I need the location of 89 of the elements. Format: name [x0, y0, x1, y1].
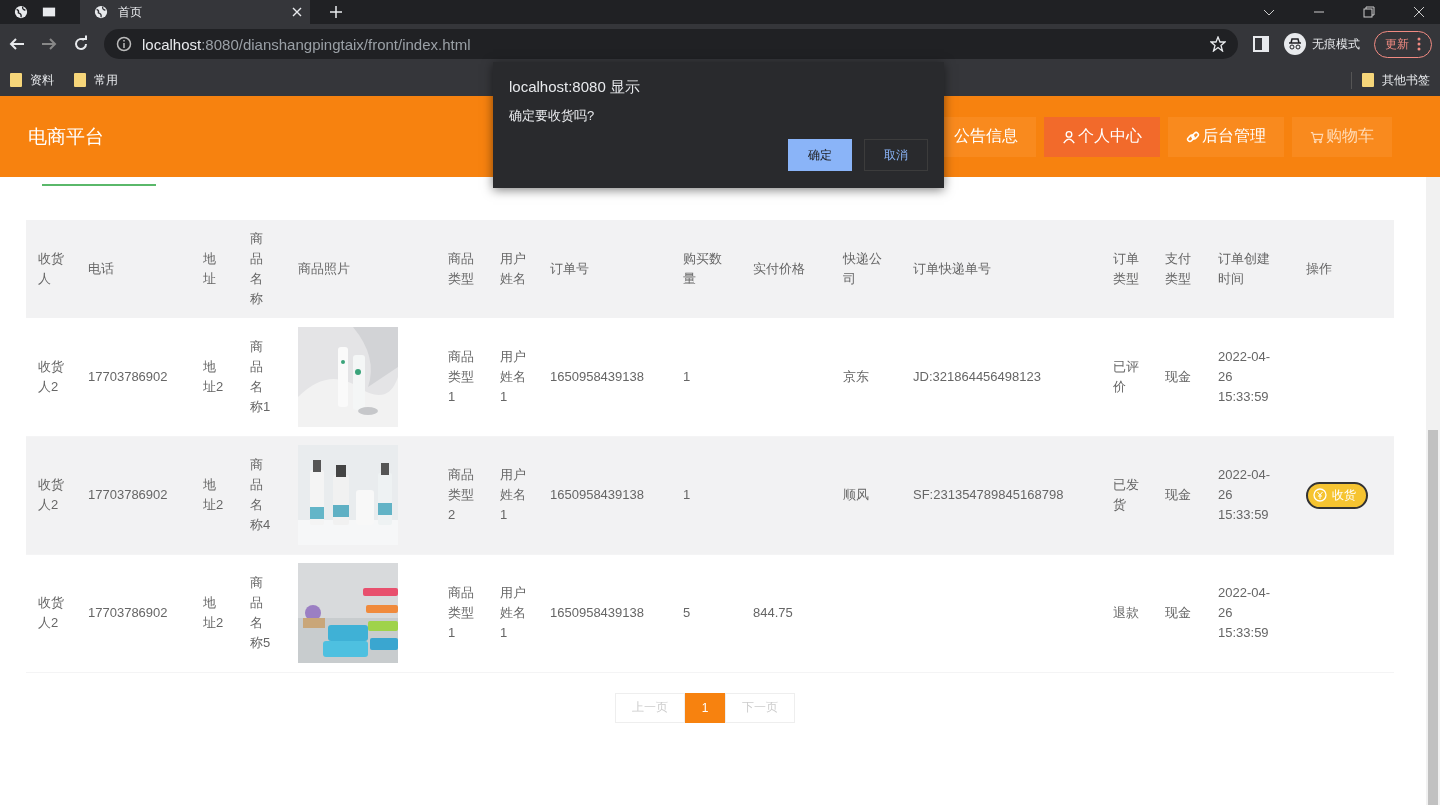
table-cell: 2022-04-26 15:33:59	[1218, 467, 1271, 522]
column-header: 订单号	[538, 220, 671, 318]
table-cell: 17703786902	[88, 487, 168, 502]
restore-icon[interactable]	[1362, 5, 1376, 19]
close-icon[interactable]	[1412, 5, 1426, 19]
incognito-icon[interactable]	[1284, 33, 1306, 55]
table-cell: 商品类型1	[448, 348, 474, 404]
info-icon[interactable]	[116, 36, 132, 52]
table-cell: 京东	[843, 368, 869, 384]
folder-icon	[74, 73, 86, 87]
table-cell: 收货人2	[38, 358, 64, 394]
table-cell: 商品类型1	[448, 585, 474, 640]
column-header: 商品类型	[436, 220, 488, 318]
table-cell: 1650958439138	[550, 605, 644, 620]
table-cell: 2022-04-26 15:33:59	[1218, 585, 1271, 640]
table-cell: 收货人2	[38, 595, 64, 630]
table-cell: 844.75	[753, 605, 793, 620]
table-cell: 顺风	[843, 487, 869, 502]
confirm-button[interactable]: 确定	[788, 139, 852, 171]
column-header: 地址	[191, 220, 238, 318]
close-icon[interactable]	[292, 7, 302, 17]
table-cell: JD:321864456498123	[913, 368, 1041, 384]
reload-icon[interactable]	[72, 35, 90, 53]
more-icon	[1417, 37, 1421, 51]
cancel-button[interactable]: 取消	[864, 139, 928, 171]
table-cell: 退款	[1113, 605, 1139, 620]
table-cell: 17703786902	[88, 368, 168, 384]
table-cell: 1650958439138	[550, 368, 644, 384]
table-cell: 用户姓名1	[500, 348, 526, 404]
bookmark-item[interactable]: 常用	[94, 71, 118, 89]
column-header: 商品名称	[238, 220, 286, 318]
table-cell: 用户姓名1	[500, 467, 526, 522]
coin-icon	[1313, 488, 1327, 502]
table-cell: SF:231354789845168798	[913, 487, 1064, 502]
table-cell: 地址2	[203, 477, 224, 512]
dialog-title: localhost:8080 显示	[509, 78, 641, 97]
table-cell: 现金	[1165, 605, 1191, 620]
table-cell: 1650958439138	[550, 487, 644, 502]
column-header: 操作	[1294, 220, 1394, 318]
dialog-message: 确定要收货吗?	[509, 107, 596, 125]
profile-label: 无痕模式	[1312, 35, 1360, 53]
address-bar[interactable]: localhost:8080/dianshangpingtaix/front/index.html	[104, 29, 1238, 59]
column-header: 购买数量	[671, 220, 741, 318]
column-header: 收货人	[26, 220, 76, 318]
column-header: 用户姓名	[488, 220, 538, 318]
tab-title: 首页	[118, 3, 143, 21]
cart-icon	[1310, 129, 1324, 144]
table-cell: 1	[683, 487, 691, 502]
table-cell: 用户姓名1	[500, 585, 526, 640]
globe-icon	[94, 5, 108, 19]
site-title: 电商平台	[28, 124, 104, 149]
nav-item[interactable]: 个人中心	[1044, 116, 1160, 157]
column-header: 实付价格	[741, 220, 831, 318]
new-tab-icon[interactable]	[330, 6, 342, 18]
user-icon	[1062, 129, 1076, 144]
column-header: 订单快递单号	[901, 220, 1101, 318]
table-cell: 地址2	[203, 595, 224, 630]
bookmark-item[interactable]: 资料	[30, 71, 54, 89]
folder-icon	[1362, 73, 1374, 87]
table-cell: 商品类型2	[448, 467, 474, 522]
table-cell: 17703786902	[88, 605, 168, 620]
table-cell: 商品名称4	[250, 457, 271, 532]
column-header: 支付类型	[1153, 220, 1206, 318]
globe-icon[interactable]	[14, 5, 28, 19]
table-cell: 现金	[1165, 487, 1191, 502]
table-cell: 商品名称5	[250, 575, 271, 650]
star-icon[interactable]	[1210, 36, 1226, 52]
table-cell: 2022-04-26 15:33:59	[1218, 348, 1271, 404]
folder-icon	[10, 73, 22, 87]
table-cell: 商品名称1	[250, 338, 271, 414]
side-panel-icon[interactable]	[1252, 35, 1270, 53]
tab-groups-icon[interactable]	[42, 5, 56, 19]
table-cell: 已发货	[1113, 477, 1139, 512]
column-header: 电话	[76, 220, 191, 318]
column-header: 快递公司	[831, 220, 901, 318]
table-cell: 1	[683, 368, 691, 384]
column-header: 订单创建时间	[1206, 220, 1294, 318]
table-cell: 现金	[1165, 368, 1191, 384]
scrollbar[interactable]	[1426, 177, 1440, 805]
link-icon	[1186, 129, 1200, 144]
table-cell: 收货人2	[38, 477, 64, 512]
column-header: 商品照片	[286, 220, 436, 318]
url-text: localhost:8080/dianshangpingtaix/front/index.html	[142, 35, 471, 53]
browser-tab[interactable]: 首页	[80, 0, 310, 24]
table-cell: 已评价	[1113, 358, 1139, 394]
table-cell: 5	[683, 605, 691, 620]
bookmark-item[interactable]: 其他书签	[1382, 71, 1430, 89]
column-header: 订单类型	[1101, 220, 1153, 318]
table-cell: 地址2	[203, 358, 224, 394]
